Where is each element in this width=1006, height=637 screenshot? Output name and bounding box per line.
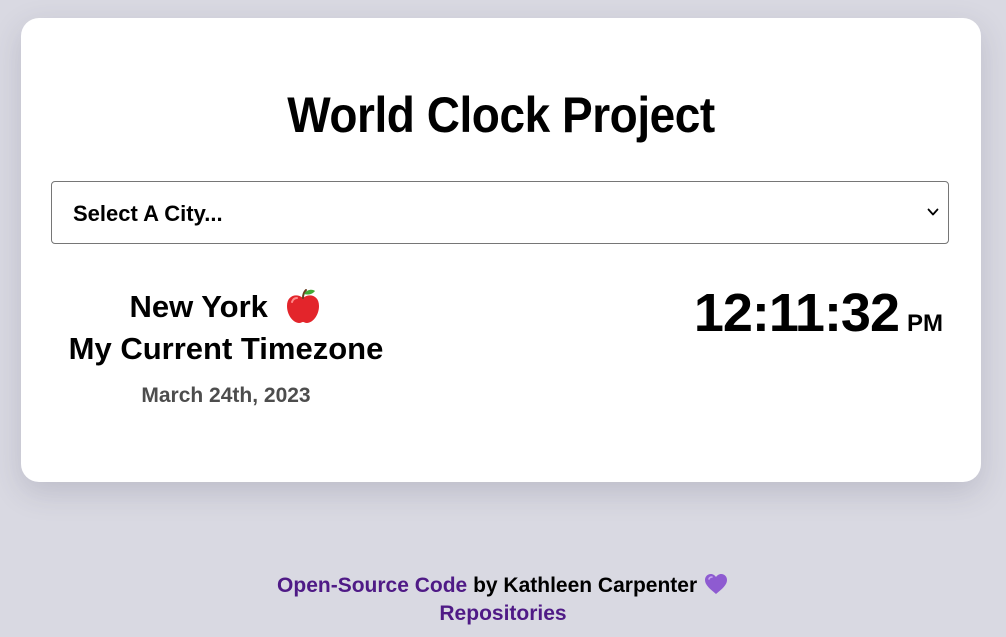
- city-select[interactable]: Select A City...: [51, 181, 949, 244]
- purple-heart-icon: [704, 574, 727, 594]
- chevron-down-icon: [927, 208, 939, 216]
- footer: Open-Source Code by Kathleen Carpenter R…: [0, 572, 1006, 628]
- city-name: New York: [129, 289, 268, 324]
- footer-credit-line: Open-Source Code by Kathleen Carpenter: [0, 572, 1006, 600]
- city-info: New York My Current Timezone March 24th,…: [51, 286, 401, 408]
- time-value: 12:11:32: [693, 283, 900, 343]
- city-time: 12:11:32 PM: [694, 282, 943, 344]
- world-clock-card: World Clock Project Select A City... New…: [21, 18, 981, 482]
- footer-author-text: by Kathleen Carpenter: [467, 574, 703, 597]
- open-source-code-link[interactable]: Open-Source Code: [277, 574, 467, 597]
- city-date: March 24th, 2023: [141, 384, 311, 407]
- city-name-row: New York: [51, 286, 401, 328]
- city-subtitle: My Current Timezone: [68, 331, 384, 366]
- time-ampm: PM: [907, 310, 943, 337]
- page-title: World Clock Project: [287, 87, 715, 143]
- city-select-label: Select A City...: [73, 201, 223, 226]
- red-apple-icon: [286, 289, 319, 323]
- repositories-link[interactable]: Repositories: [439, 602, 566, 625]
